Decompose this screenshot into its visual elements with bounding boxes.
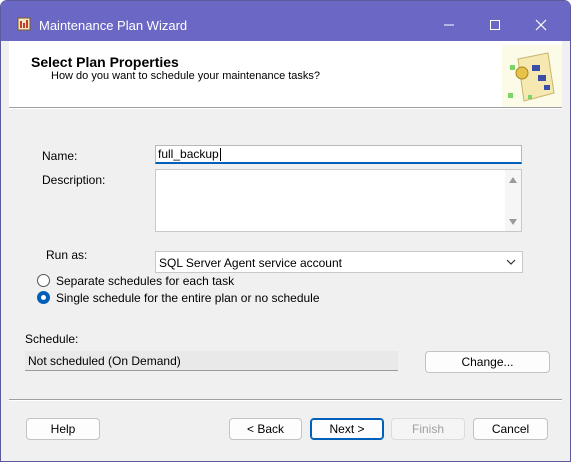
next-button[interactable]: Next > (310, 418, 384, 440)
wizard-window: Maintenance Plan Wizard Select Plan Prop… (0, 0, 571, 462)
name-input[interactable]: full_backup (155, 145, 522, 164)
radio-separate-schedules[interactable] (37, 274, 50, 287)
close-button[interactable] (518, 9, 564, 41)
wizard-header: Select Plan Properties How do you want t… (9, 41, 562, 107)
page-title: Select Plan Properties (31, 54, 179, 70)
schedule-value: Not scheduled (On Demand) (28, 354, 181, 368)
close-icon (535, 19, 547, 31)
description-scrollbar[interactable] (505, 170, 521, 231)
window-title: Maintenance Plan Wizard (39, 18, 188, 33)
run-as-select[interactable]: SQL Server Agent service account (155, 251, 523, 273)
radio-separate-schedules-label[interactable]: Separate schedules for each task (56, 274, 234, 288)
radio-single-schedule-label[interactable]: Single schedule for the entire plan or n… (56, 291, 320, 305)
name-input-value: full_backup (158, 147, 219, 161)
name-label: Name: (42, 149, 78, 163)
maximize-icon (490, 20, 500, 30)
minimize-button[interactable] (426, 9, 472, 41)
description-label: Description: (42, 173, 106, 187)
text-caret (219, 148, 221, 162)
schedule-field: Not scheduled (On Demand) (25, 351, 398, 371)
page-subtitle: How do you want to schedule your mainten… (51, 70, 321, 82)
run-as-label: Run as: (46, 248, 88, 262)
app-icon (17, 17, 31, 31)
scroll-down-icon[interactable] (508, 218, 518, 226)
wizard-graphic (502, 45, 562, 107)
help-button[interactable]: Help (26, 418, 100, 440)
cancel-button[interactable]: Cancel (473, 418, 548, 440)
change-schedule-button[interactable]: Change... (425, 351, 550, 373)
header-divider-highlight (9, 108, 562, 109)
schedule-label: Schedule: (25, 332, 79, 346)
footer-divider-highlight (9, 400, 562, 401)
chevron-down-icon (506, 259, 516, 265)
back-button[interactable]: < Back (229, 418, 302, 440)
finish-button[interactable]: Finish (391, 418, 465, 440)
scroll-up-icon[interactable] (508, 176, 518, 184)
maximize-button[interactable] (472, 9, 518, 41)
description-textarea[interactable] (155, 169, 522, 232)
radio-single-schedule[interactable] (37, 291, 50, 304)
title-bar[interactable]: Maintenance Plan Wizard (1, 1, 570, 41)
minimize-icon (444, 24, 454, 26)
run-as-value: SQL Server Agent service account (159, 256, 342, 270)
